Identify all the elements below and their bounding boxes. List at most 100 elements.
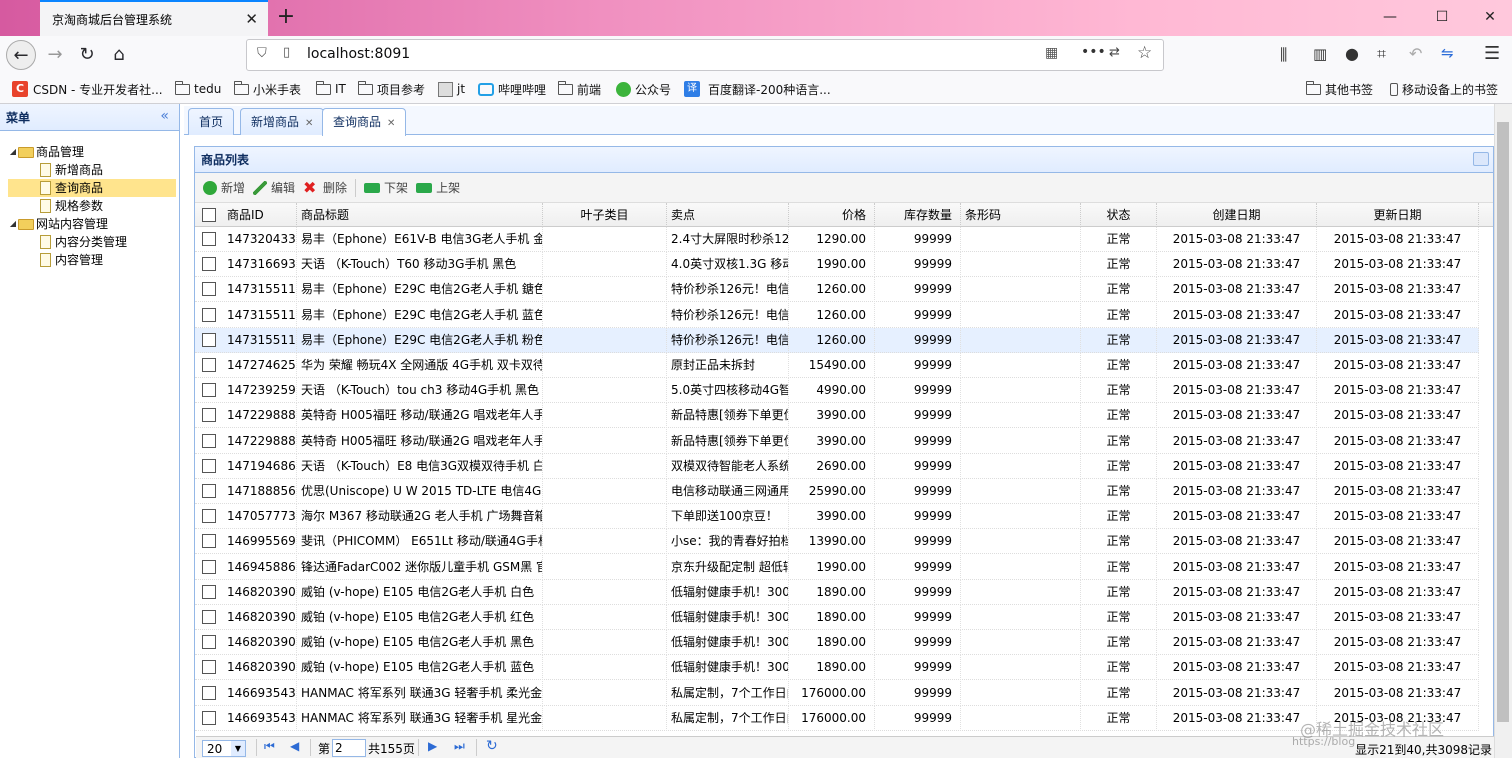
table-row[interactable]: 1468203905 威铂 (v-hope) E105 电信2G老人手机 红色 低辐…	[195, 605, 1479, 630]
add-button[interactable]: 新增	[203, 179, 245, 196]
row-checkbox[interactable]	[202, 610, 216, 624]
bookmark-item[interactable]: jt	[438, 80, 465, 98]
remove-shelf-button[interactable]: 下架	[364, 179, 408, 196]
collapse-panel-icon[interactable]	[1473, 152, 1489, 166]
table-row[interactable]: 1469955695 斐讯（PHICOMM） E651Lt 移动/联通4G手机 小s…	[195, 529, 1479, 555]
bookmark-item[interactable]: IT	[316, 80, 346, 98]
chevron-down-icon[interactable]: ▼	[231, 741, 245, 756]
table-row[interactable]: 1466935433 HANMAC 将军系列 联通3G 轻奢手机 星光金 私属定制，…	[195, 705, 1479, 731]
undo-icon[interactable]: ↶	[1409, 44, 1422, 63]
close-window-icon[interactable]: ✕	[1478, 6, 1502, 28]
close-tab-icon[interactable]: ✕	[387, 118, 395, 129]
page-number-input[interactable]: 2	[332, 739, 366, 757]
table-row[interactable]: 1473204338 易丰（Ephone）E61V-B 电信3G老人手机 金 2.4…	[195, 227, 1479, 252]
account-icon[interactable]: ●	[1345, 44, 1359, 63]
tree-node-content[interactable]: 内容管理	[0, 251, 178, 269]
tab-query-product[interactable]: 查询商品 ✕	[322, 108, 407, 136]
row-checkbox[interactable]	[202, 358, 216, 372]
tree-node-content-category[interactable]: 内容分类管理	[0, 233, 178, 251]
extension-translate-icon[interactable]: ⇋	[1441, 44, 1454, 62]
table-row[interactable]: 1473166932 天语 （K-Touch）T60 移动3G手机 黑色 4.0英寸…	[195, 252, 1479, 278]
expand-triangle-icon[interactable]: ◢	[8, 215, 18, 233]
row-checkbox[interactable]	[202, 282, 216, 297]
expand-triangle-icon[interactable]: ◢	[8, 143, 18, 161]
row-checkbox[interactable]	[202, 332, 216, 347]
bookmark-item[interactable]: 小米手表	[234, 80, 301, 98]
bookmark-item[interactable]: 前端	[558, 80, 601, 98]
shield-icon[interactable]: ⛉	[257, 46, 267, 61]
browser-tab[interactable]: 京淘商城后台管理系统 ✕	[40, 0, 268, 36]
prev-page-icon[interactable]: ◀	[290, 739, 299, 753]
edit-button[interactable]: 编辑	[253, 179, 295, 196]
sidebar-icon[interactable]: ▥	[1313, 45, 1327, 63]
row-checkbox[interactable]	[202, 458, 216, 473]
table-row[interactable]: 1468203906 威铂 (v-hope) E105 电信2G老人手机 白色 低辐…	[195, 579, 1479, 605]
reload-icon[interactable]: ↻	[72, 40, 102, 70]
row-checkbox[interactable]	[202, 685, 216, 700]
qr-code-icon[interactable]: ▦	[1045, 45, 1058, 61]
forward-icon[interactable]: →	[40, 40, 70, 70]
row-checkbox[interactable]	[202, 433, 216, 448]
table-row[interactable]: 1473155119 易丰（Ephone）E29C 电信2G老人手机 鎕色 特价秒杀…	[195, 277, 1479, 303]
row-checkbox[interactable]	[202, 559, 216, 574]
collapse-left-icon[interactable]: «	[160, 108, 169, 124]
delete-button[interactable]: ✖ 删除	[303, 179, 347, 196]
library-icon[interactable]: ⫼	[1280, 45, 1287, 65]
tree-node-add-product[interactable]: 新增商品	[0, 161, 178, 179]
column-header[interactable]: 商品标题	[297, 203, 543, 227]
table-row[interactable]: 1468203904 威铂 (v-hope) E105 电信2G老人手机 黑色 低辐…	[195, 630, 1479, 656]
translate-page-icon[interactable]: ⇄	[1109, 45, 1120, 60]
row-checkbox[interactable]	[202, 257, 216, 272]
table-row[interactable]: 1472298887 英特奇 H005福旺 移动/联通2G 唱戏老年人手 新品特惠[…	[195, 428, 1479, 454]
menu-icon[interactable]: ☰	[1484, 43, 1500, 64]
table-row[interactable]: 1468203903 威铂 (v-hope) E105 电信2G老人手机 蓝色 低辐…	[195, 655, 1479, 681]
tree-node-query-product[interactable]: 查询商品	[8, 179, 176, 197]
last-page-icon[interactable]: ⏭	[454, 739, 465, 754]
next-page-icon[interactable]: ▶	[428, 739, 437, 753]
column-header[interactable]: 价格	[789, 203, 875, 227]
table-row[interactable]: 1469458860 锋达通FadarC002 迷你版儿童手机 GSM黑 官 京东升…	[195, 554, 1479, 580]
first-page-icon[interactable]: ⏮	[264, 739, 275, 754]
other-bookmarks[interactable]: 其他书签	[1306, 80, 1373, 98]
close-tab-icon[interactable]: ✕	[305, 118, 313, 129]
table-row[interactable]: 1473155118 易丰（Ephone）E29C 电信2G老人手机 蓝色 特价秒杀…	[195, 302, 1479, 328]
row-checkbox[interactable]	[202, 307, 216, 322]
select-all-checkbox[interactable]	[202, 208, 216, 222]
bookmark-item[interactable]: 哔哩哔哩	[478, 80, 546, 98]
row-checkbox[interactable]	[202, 635, 216, 650]
table-row[interactable]: 1470577734 海尔 M367 移动联通2G 老人手机 广场舞音箱 下单即送1…	[195, 504, 1479, 530]
tab-home[interactable]: 首页	[188, 108, 235, 135]
table-row[interactable]: 1472298888 英特奇 H005福旺 移动/联通2G 唱戏老年人手 新品特惠[…	[195, 403, 1479, 429]
minimize-icon[interactable]: —	[1378, 6, 1402, 28]
refresh-icon[interactable]: ↻	[486, 738, 498, 754]
bookmark-item[interactable]: 项目参考	[358, 80, 425, 98]
column-header[interactable]: 叶子类目	[543, 203, 667, 227]
table-row[interactable]: 1471946867 天语 （K-Touch）E8 电信3G双模双待手机 白 双模双…	[195, 453, 1479, 479]
tab-add-product[interactable]: 新增商品 ✕	[240, 108, 325, 135]
more-icon[interactable]: •••	[1081, 44, 1106, 60]
table-row[interactable]: 1473155117 易丰（Ephone）E29C 电信2G老人手机 粉色 特价秒杀…	[195, 327, 1479, 353]
tree-node-spec-params[interactable]: 规格参数	[0, 197, 178, 215]
scrollbar-thumb[interactable]	[1497, 122, 1509, 722]
column-header[interactable]: 更新日期	[1317, 203, 1479, 227]
table-row[interactable]: 1472392597 天语 （K-Touch）tou ch3 移动4G手机 黑色 5…	[195, 378, 1479, 404]
row-checkbox[interactable]	[202, 408, 216, 423]
row-checkbox[interactable]	[202, 383, 216, 398]
row-checkbox[interactable]	[202, 509, 216, 524]
put-shelf-button[interactable]: 上架	[416, 179, 460, 196]
column-header[interactable]: 库存数量	[875, 203, 961, 227]
tree-node-content-management[interactable]: ◢ 网站内容管理	[0, 215, 178, 233]
row-checkbox[interactable]	[202, 660, 216, 675]
back-icon[interactable]: ←	[6, 40, 36, 70]
maximize-icon[interactable]: ☐	[1430, 6, 1454, 28]
page-size-select[interactable]: 20 ▼	[202, 740, 246, 757]
table-row[interactable]: 1471888569 优思(Uniscope) U W 2015 TD-LTE 电…	[195, 479, 1479, 504]
row-checkbox[interactable]	[202, 484, 216, 498]
row-checkbox[interactable]	[202, 232, 216, 246]
home-icon[interactable]: ⌂	[104, 40, 134, 70]
bookmark-star-icon[interactable]: ☆	[1137, 43, 1152, 63]
new-tab-icon[interactable]: +	[276, 4, 296, 30]
table-row[interactable]: 1472746254 华为 荣耀 畅玩4X 全网通版 4G手机 双卡双待 原封正品未…	[195, 353, 1479, 378]
bookmark-item[interactable]: C CSDN - 专业开发者社...	[12, 80, 163, 98]
column-header[interactable]: 创建日期	[1157, 203, 1317, 227]
